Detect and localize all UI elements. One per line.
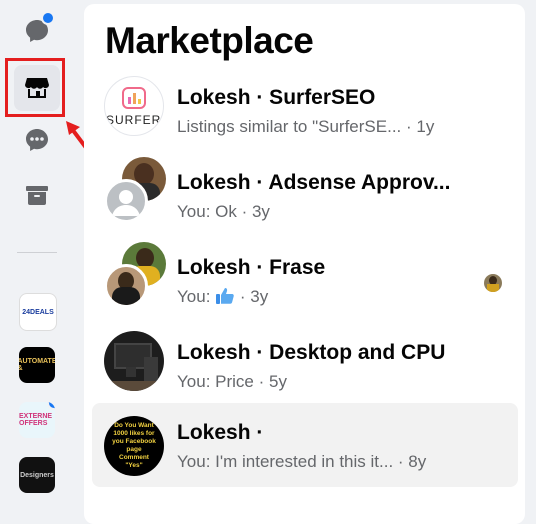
conversation-snippet: You: Ok [177, 202, 237, 221]
shortcut-label: EXTERNE OFFERS [19, 413, 53, 427]
conversation-title: Lokesh · Frase [177, 256, 326, 279]
conversation-row[interactable]: SURFER Lokesh · SurferSEO Listings simil… [92, 70, 518, 154]
conversation-time: · 1y [406, 117, 435, 136]
listing-thumbnail: SURFER [104, 76, 164, 136]
conversation-snippet: Listings similar to "SurferSE... [177, 117, 402, 136]
conversation-title: Lokesh · SurferSEO [177, 86, 376, 109]
page-title: Marketplace [105, 20, 314, 61]
shortcut-page-1[interactable]: 24DEALS [19, 293, 57, 331]
conversation-preview: You: · 3y [177, 287, 268, 307]
conversation-time: · 3y [239, 287, 269, 306]
conversation-snippet: You: Price [177, 372, 254, 391]
conversation-preview: Listings similar to "SurferSE... · 1y [177, 117, 434, 137]
message-requests-icon [26, 129, 48, 151]
conversation-title: Lokesh · Adsense Approv... [177, 171, 451, 194]
unread-dot [41, 11, 55, 25]
marketplace-highlight-box [5, 58, 65, 117]
message-requests-button[interactable] [14, 117, 60, 163]
shortcut-page-2[interactable]: AUTOMATE & [19, 347, 55, 383]
thumbs-up-icon [216, 288, 234, 304]
thumbnail-text: Do You Want 1000 likes for you Facebook … [112, 422, 156, 469]
conversation-time: · 8y [397, 452, 427, 471]
archive-button[interactable] [14, 172, 60, 218]
conversation-row[interactable]: Lokesh · Adsense Approv... You: Ok · 3y [92, 155, 518, 239]
avatar [104, 179, 148, 223]
shortcut-label: AUTOMATE & [19, 358, 55, 372]
seen-avatar [484, 274, 502, 292]
archive-icon [26, 186, 48, 205]
conversation-snippet: You: I'm interested in this it... [177, 452, 394, 471]
chats-button[interactable] [14, 8, 60, 54]
marketplace-panel: Marketplace SURFER Lokesh · SurferSEO Li… [84, 4, 525, 524]
conversation-preview: You: I'm interested in this it... · 8y [177, 452, 426, 472]
shortcut-label: 24DEALS [22, 308, 54, 316]
surferseo-logo-icon [122, 87, 146, 109]
shortcut-page-4[interactable]: Designers [19, 457, 55, 493]
unread-dot [47, 402, 55, 410]
left-rail: 24DEALS AUTOMATE & EXTERNE OFFERS Design… [0, 0, 98, 505]
rail-divider [17, 252, 57, 253]
thumbnail-text: SURFER [106, 113, 162, 127]
listing-thumbnail [104, 331, 164, 391]
conversation-title: Lokesh · Desktop and CPU [177, 341, 446, 364]
conversation-snippet: You: [177, 287, 211, 306]
shortcut-page-3[interactable]: EXTERNE OFFERS [19, 402, 55, 438]
default-user-icon [112, 190, 140, 216]
conversation-row[interactable]: Lokesh · Frase You: · 3y [92, 240, 518, 324]
conversation-time: · 3y [241, 202, 270, 221]
shortcut-label: Designers [20, 471, 54, 479]
conversation-row[interactable]: Lokesh · Desktop and CPU You: Price · 5y [92, 325, 518, 409]
conversation-row-selected[interactable]: Do You Want 1000 likes for you Facebook … [92, 403, 518, 487]
conversation-time: · 5y [258, 372, 287, 391]
listing-thumbnail: Do You Want 1000 likes for you Facebook … [104, 416, 164, 476]
avatar [104, 264, 148, 308]
conversation-preview: You: Ok · 3y [177, 202, 270, 222]
conversation-preview: You: Price · 5y [177, 372, 287, 392]
conversation-title: Lokesh · [177, 421, 264, 444]
